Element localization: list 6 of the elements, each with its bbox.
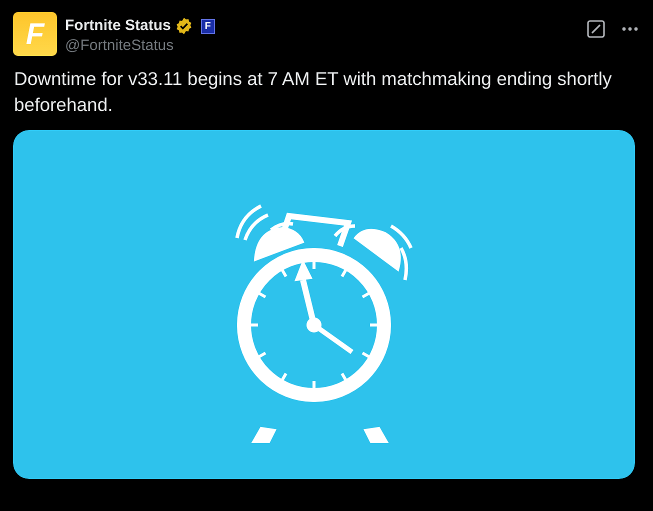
author-handle[interactable]: @FortniteStatus [65, 36, 215, 56]
post-text: Downtime for v33.11 begins at 7 AM ET with matchmaking ending shortly beforehand. [14, 67, 613, 117]
author-name[interactable]: Fortnite Status [65, 16, 171, 36]
affiliate-badge[interactable]: F [200, 18, 215, 34]
grok-button[interactable] [587, 20, 605, 38]
more-button[interactable] [621, 26, 639, 32]
